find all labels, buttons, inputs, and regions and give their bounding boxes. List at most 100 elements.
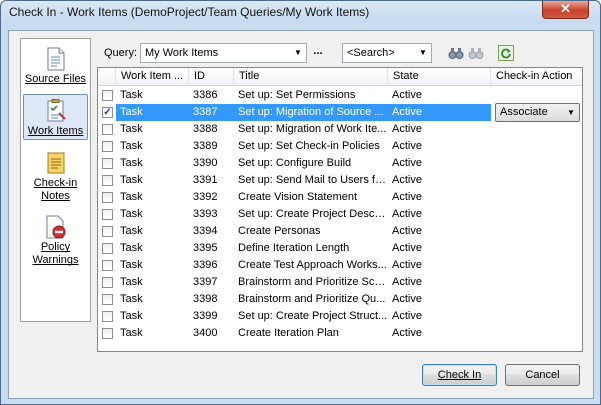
table-row[interactable]: Task 3389 Set up: Set Check-in Policies Act… [98, 138, 582, 155]
column-header-check-in-action[interactable]: Check-in Action [491, 68, 582, 86]
cell-id: 3391 [193, 174, 218, 186]
cell-work-item-type: Task [120, 89, 143, 101]
row-checkbox[interactable] [102, 158, 113, 169]
cancel-button-label: Cancel [525, 369, 560, 381]
row-checkbox[interactable]: ✓ [102, 107, 113, 118]
cell-state: Active [392, 123, 422, 135]
binoculars-icon[interactable] [448, 45, 464, 61]
search-value: <Search> [347, 47, 395, 59]
row-checkbox[interactable] [102, 311, 113, 322]
refresh-icon[interactable] [498, 45, 514, 61]
cell-title: Set up: Send Mail to Users fo... [238, 174, 388, 186]
search-dropdown[interactable]: <Search> ▼ [342, 43, 432, 63]
cell-title: Set up: Create Project Descri... [238, 208, 388, 220]
close-button[interactable]: ✕ [542, 1, 589, 19]
cell-work-item-type: Task [120, 259, 143, 271]
row-checkbox[interactable] [102, 243, 113, 254]
cell-state: Active [392, 276, 422, 288]
cell-state: Active [392, 293, 422, 305]
row-checkbox[interactable] [102, 328, 113, 339]
dialog-body: Source Files Work Items Check-in Notes P… [8, 30, 594, 399]
table-row[interactable]: Task 3391 Set up: Send Mail to Users fo...… [98, 172, 582, 189]
table-row[interactable]: Task 3386 Set up: Set Permissions Active [98, 87, 582, 104]
nav-item-source-files[interactable]: Source Files [23, 43, 88, 89]
cell-work-item-type: Task [120, 276, 143, 288]
cell-state: Active [392, 259, 422, 271]
cell-id: 3399 [193, 310, 218, 322]
cell-title: Create Iteration Plan [238, 327, 339, 339]
cell-state: Active [392, 140, 422, 152]
cancel-button[interactable]: Cancel [505, 364, 580, 386]
table-header: Work Item ... ID Title State Check-in Ac… [98, 68, 582, 86]
table-row[interactable]: Task 3393 Set up: Create Project Descri...… [98, 206, 582, 223]
column-header-work-item-type[interactable]: Work Item ... [116, 68, 189, 86]
row-checkbox[interactable] [102, 192, 113, 203]
check-in-notes-icon [47, 152, 64, 174]
table-row[interactable]: Task 3390 Set up: Configure Build Active [98, 155, 582, 172]
table-row[interactable]: Task 3400 Create Iteration Plan Active [98, 325, 582, 342]
chevron-down-icon: ▼ [419, 48, 427, 57]
title-bar[interactable]: Check In - Work Items (DemoProject/Team … [1, 1, 600, 23]
nav-item-work-items[interactable]: Work Items [23, 94, 88, 140]
column-header-id[interactable]: ID [189, 68, 234, 86]
table-row[interactable]: Task 3399 Set up: Create Project Struct...… [98, 308, 582, 325]
cell-state: Active [392, 208, 422, 220]
table-row[interactable]: Task 3396 Create Test Approach Works... Act… [98, 257, 582, 274]
check-in-action-dropdown[interactable]: Associate ▼ [495, 103, 580, 122]
nav-item-policy-warnings[interactable]: Policy Warnings [23, 211, 88, 269]
query-value: My Work Items [145, 47, 219, 59]
table-row[interactable]: Task 3397 Brainstorm and Prioritize Sce...… [98, 274, 582, 291]
cell-state: Active [392, 157, 422, 169]
cell-state: Active [392, 89, 422, 101]
table-row[interactable]: ✓ Task 3387 Set up: Migration of Source ...… [98, 103, 582, 122]
cell-title: Brainstorm and Prioritize Qu... [238, 293, 386, 305]
nav-item-check-in-notes[interactable]: Check-in Notes [23, 147, 88, 205]
cell-title: Brainstorm and Prioritize Sce... [238, 276, 388, 288]
row-checkbox[interactable] [102, 90, 113, 101]
nav-label: Check-in Notes [33, 177, 78, 202]
nav-label: Work Items [27, 125, 84, 137]
row-checkbox[interactable] [102, 260, 113, 271]
cell-work-item-type: Task [120, 106, 143, 118]
cell-title: Set up: Set Permissions [238, 89, 356, 101]
cell-title: Create Vision Statement [238, 191, 358, 203]
table-row[interactable]: Task 3392 Create Vision Statement Active [98, 189, 582, 206]
row-checkbox[interactable] [102, 175, 113, 186]
query-dropdown[interactable]: My Work Items ▼ [140, 43, 307, 63]
cell-title: Create Test Approach Works... [238, 259, 387, 271]
column-header-state[interactable]: State [388, 68, 491, 86]
cell-title: Set up: Configure Build [238, 157, 352, 169]
table-row[interactable]: Task 3395 Define Iteration Length Active [98, 240, 582, 257]
row-checkbox[interactable] [102, 209, 113, 220]
policy-warnings-icon [46, 215, 65, 239]
cell-id: 3396 [193, 259, 218, 271]
table-row[interactable]: Task 3394 Create Personas Active [98, 223, 582, 240]
table-row[interactable]: Task 3388 Set up: Migration of Work Ite...… [98, 121, 582, 138]
column-header-title[interactable]: Title [234, 68, 388, 86]
cell-id: 3395 [193, 242, 218, 254]
work-items-icon [47, 99, 66, 122]
cell-work-item-type: Task [120, 310, 143, 322]
browse-query-button[interactable]: ... [310, 44, 326, 61]
check-in-action-value: Associate [500, 106, 548, 118]
row-checkbox[interactable] [102, 141, 113, 152]
cell-id: 3398 [193, 293, 218, 305]
cell-title: Set up: Set Check-in Policies [238, 140, 380, 152]
row-checkbox[interactable] [102, 124, 113, 135]
cell-id: 3392 [193, 191, 218, 203]
cell-work-item-type: Task [120, 242, 143, 254]
cell-state: Active [392, 310, 422, 322]
binoculars-disabled-icon[interactable] [468, 45, 484, 61]
close-icon: ✕ [560, 1, 571, 16]
cell-state: Active [392, 191, 422, 203]
nav-label: Policy Warnings [32, 241, 79, 266]
table-row[interactable]: Task 3398 Brainstorm and Prioritize Qu... A… [98, 291, 582, 308]
row-checkbox[interactable] [102, 226, 113, 237]
check-in-button[interactable]: Check In [422, 364, 497, 386]
column-header-select[interactable] [98, 68, 116, 86]
cell-state: Active [392, 242, 422, 254]
source-files-icon [47, 47, 64, 71]
row-checkbox[interactable] [102, 294, 113, 305]
row-checkbox[interactable] [102, 277, 113, 288]
cell-title: Set up: Create Project Struct... [238, 310, 388, 322]
